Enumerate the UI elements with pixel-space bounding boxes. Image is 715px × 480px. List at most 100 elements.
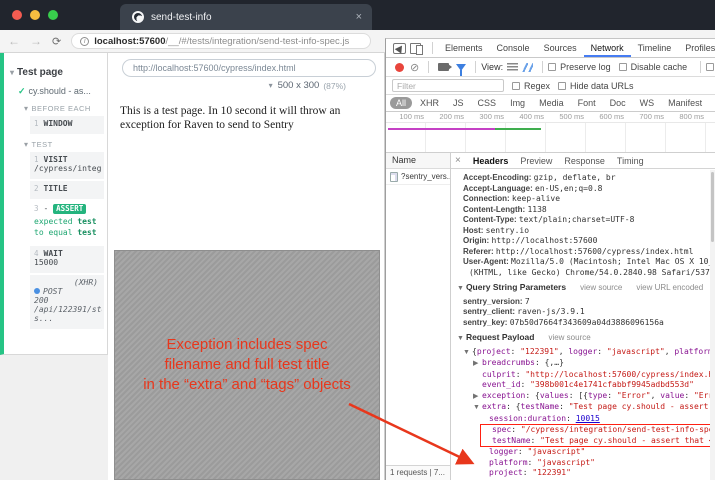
scrollbar[interactable] [710, 170, 715, 480]
close-window-button[interactable] [12, 10, 22, 20]
detail-tab-headers[interactable]: Headers [467, 155, 515, 167]
header-line: Content-Length: 1138 [463, 205, 715, 216]
viewport-size-row[interactable]: ▾ 500 x 300 (87%) [108, 77, 384, 94]
maximize-window-button[interactable] [48, 10, 58, 20]
dropdown-caret-icon[interactable]: ▾ [269, 81, 273, 90]
timeline-overview[interactable] [386, 123, 715, 153]
request-payload-section: ▼Request Payloadview source [457, 332, 715, 345]
devtools-tab-timeline[interactable]: Timeline [631, 40, 679, 57]
clear-icon[interactable]: ⊘ [410, 61, 419, 74]
divider [700, 61, 701, 73]
checkbox-disable-cache[interactable]: Disable cache [619, 62, 688, 72]
payload-line[interactable]: ▼extra: {testName: "Test page cy.should … [473, 402, 715, 414]
tab-title: send-test-info [151, 12, 354, 23]
section-caret-icon[interactable]: ▼ [457, 335, 464, 342]
devtools-tab-profiles[interactable]: Profiles [678, 40, 715, 57]
minimize-window-button[interactable] [30, 10, 40, 20]
view-label: View: [481, 62, 503, 72]
checkbox-preserve-log[interactable]: Preserve log [548, 62, 611, 72]
request-row[interactable]: ?sentry_vers... [386, 169, 450, 185]
divider [475, 61, 476, 73]
suite-row[interactable]: ▾Test page [10, 67, 105, 78]
header-line: Origin: http://localhost:57600 [463, 236, 715, 247]
document-icon [390, 172, 398, 182]
tab-close-icon[interactable]: × [354, 11, 364, 23]
browser-tab[interactable]: send-test-info × [120, 4, 372, 30]
name-column-header[interactable]: Name [386, 153, 450, 169]
ruler-tick: 200 ms [426, 112, 466, 122]
request-detail-panel: × HeadersPreviewResponseTiming Accept-En… [451, 153, 715, 480]
inspect-element-icon[interactable] [393, 43, 406, 54]
reload-icon[interactable]: ⟳ [52, 35, 61, 48]
divider [542, 61, 543, 73]
test-hook[interactable]: ▾TEST [24, 140, 105, 149]
page-info-icon[interactable]: i [80, 37, 89, 46]
back-icon[interactable]: ← [8, 34, 20, 48]
devtools-tab-elements[interactable]: Elements [438, 40, 490, 57]
view-source-link[interactable]: view source [548, 333, 590, 342]
type-filter-xhr[interactable]: XHR [414, 97, 445, 109]
collapse-caret-icon[interactable]: ▾ [10, 68, 14, 77]
devtools-tab-network[interactable]: Network [584, 40, 631, 57]
close-detail-icon[interactable]: × [455, 155, 461, 166]
waterfall-view-icon[interactable] [522, 63, 533, 72]
view-source-link[interactable]: view source [580, 283, 622, 292]
type-filter-all[interactable]: All [390, 97, 412, 109]
url-bar[interactable]: i localhost:57600/__/#/tests/integration… [71, 33, 371, 49]
header-line: Accept-Encoding: gzip, deflate, br [463, 173, 715, 184]
view-url-encoded-link[interactable]: view URL encoded [636, 283, 703, 292]
devtools-tab-console[interactable]: Console [490, 40, 537, 57]
type-filter-js[interactable]: JS [447, 97, 470, 109]
query-param: sentry_client: raven-js/3.9.1 [463, 307, 715, 318]
command-assert[interactable]: 3- ASSERT expected test to equal test [30, 201, 104, 244]
type-filter-css[interactable]: CSS [472, 97, 503, 109]
collapse-caret-icon[interactable]: ▾ [24, 140, 29, 149]
screenshot-capture-icon[interactable] [438, 63, 449, 71]
payload-line: session:duration: 10015 [480, 414, 715, 425]
aut-url-field[interactable]: http://localhost:57600/cypress/index.htm… [122, 59, 376, 77]
ruler-tick: 800 ms [666, 112, 706, 122]
command-wait[interactable]: 4WAIT 15000 [30, 246, 104, 273]
detail-tab-response[interactable]: Response [558, 155, 611, 167]
checkbox-offline[interactable]: Offline [706, 62, 715, 72]
type-filter-doc[interactable]: Doc [604, 97, 632, 109]
checkbox-regex[interactable]: Regex [512, 81, 550, 91]
requests-summary: 1 requests | 7... [386, 465, 450, 480]
window-controls[interactable] [0, 0, 72, 30]
command-window[interactable]: 1WINDOW [30, 116, 104, 134]
type-filter-manifest[interactable]: Manifest [662, 97, 708, 109]
type-filter-img[interactable]: Img [504, 97, 531, 109]
devtools-tab-row: ElementsConsoleSourcesNetworkTimelinePro… [386, 39, 715, 58]
header-line: User-Agent: Mozilla/5.0 (Macintosh; Inte… [463, 257, 715, 268]
payload-line[interactable]: ▼{project: "122391", logger: "javascript… [463, 347, 715, 359]
type-filter-ws[interactable]: WS [634, 97, 661, 109]
forward-icon[interactable]: → [30, 34, 42, 48]
scrollbar-thumb[interactable] [711, 172, 714, 242]
xhr-url-cont: s... [34, 314, 102, 323]
runner-main: http://localhost:57600/cypress/index.htm… [108, 53, 385, 480]
detail-tab-preview[interactable]: Preview [514, 155, 558, 167]
type-filter-font[interactable]: Font [572, 97, 602, 109]
detail-tab-timing[interactable]: Timing [611, 155, 650, 167]
collapse-caret-icon[interactable]: ▾ [24, 104, 29, 113]
type-filter-other[interactable]: Other [710, 97, 715, 109]
xhr-tag: (XHR) [34, 278, 102, 287]
reporter-panel: ▾Test page ✓cy.should - as... ▾BEFORE EA… [0, 53, 108, 355]
payload-line[interactable]: ▶breadcrumbs: {,…} [473, 358, 715, 370]
list-view-icon[interactable] [507, 63, 518, 72]
device-toolbar-icon[interactable] [410, 43, 421, 54]
devtools-tab-sources[interactable]: Sources [537, 40, 584, 57]
checkbox-box [619, 63, 627, 71]
test-row[interactable]: ✓cy.should - as... [18, 86, 105, 97]
payload-line[interactable]: ▶exception: {values: [{type: "Error", va… [473, 391, 715, 403]
command-title[interactable]: 2TITLE [30, 181, 104, 199]
filter-funnel-icon[interactable] [456, 64, 466, 71]
before-each-hook[interactable]: ▾BEFORE EACH [24, 104, 105, 113]
checkbox-hide-data-urls[interactable]: Hide data URLs [558, 81, 634, 91]
section-caret-icon[interactable]: ▼ [457, 285, 464, 292]
command-visit[interactable]: 1VISIT /cypress/integra [30, 152, 104, 179]
filter-input[interactable] [392, 79, 504, 92]
record-icon[interactable] [395, 63, 404, 72]
command-xhr[interactable]: (XHR) POST 200 /api/122391/stor s... [30, 275, 104, 329]
type-filter-media[interactable]: Media [533, 97, 570, 109]
